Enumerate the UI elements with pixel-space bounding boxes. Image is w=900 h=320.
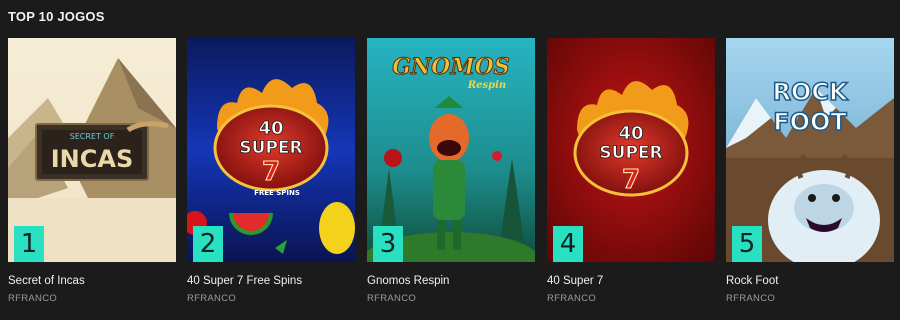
game-thumbnail[interactable]: 40 SUPER 7 FREE SPINS 2	[187, 38, 355, 262]
rank-badge: 4	[553, 226, 583, 262]
section-title: TOP 10 JOGOS	[8, 9, 105, 24]
rank-badge: 1	[14, 226, 44, 262]
game-card-40-super-7-free-spins[interactable]: 40 SUPER 7 FREE SPINS 2 40 Super 7 Free …	[187, 38, 355, 304]
game-card-secret-of-incas[interactable]: SECRET OF INCAS 1 Secret of Incas RFRANC…	[8, 38, 176, 304]
game-card-gnomos-respin[interactable]: GNOMOS Respin 3 Gnomos Respin RFRANCO	[367, 38, 535, 304]
game-thumbnail[interactable]: SECRET OF INCAS 1	[8, 38, 176, 262]
game-thumbnail[interactable]: ROCK FOOT 5	[726, 38, 894, 262]
rank-badge: 5	[732, 226, 762, 262]
game-card-rock-foot[interactable]: ROCK FOOT 5 Rock Foot RFRANCO	[726, 38, 894, 304]
art-title-top: SECRET OF	[70, 132, 115, 141]
rank-badge: 2	[193, 226, 223, 262]
art-title-main: FOOT	[773, 108, 847, 136]
art-seven: 7	[622, 165, 640, 195]
art-title-main: SUPER	[599, 143, 662, 163]
game-title[interactable]: 40 Super 7	[547, 275, 715, 287]
game-provider: RFRANCO	[8, 293, 58, 304]
art-title-top: ROCK	[772, 78, 848, 106]
game-title[interactable]: Gnomos Respin	[367, 275, 535, 287]
art-tag: FREE SPINS	[254, 189, 300, 197]
rank-badge: 3	[373, 226, 403, 262]
art-title-main: Respin	[467, 80, 506, 91]
art-number: 40	[258, 118, 283, 139]
art-title-main: INCAS	[51, 145, 134, 173]
game-thumbnail[interactable]: 40 SUPER 7 4	[547, 38, 715, 262]
art-seven: 7	[262, 157, 280, 187]
art-number: 40	[618, 123, 643, 144]
game-title[interactable]: Rock Foot	[726, 275, 894, 287]
game-provider: RFRANCO	[367, 293, 417, 304]
game-provider: RFRANCO	[187, 293, 237, 304]
game-title[interactable]: 40 Super 7 Free Spins	[187, 275, 355, 287]
game-card-40-super-7[interactable]: 40 SUPER 7 4 40 Super 7 RFRANCO	[547, 38, 715, 304]
game-thumbnail[interactable]: GNOMOS Respin 3	[367, 38, 535, 262]
art-title-top: GNOMOS	[392, 54, 509, 80]
art-title-main: SUPER	[239, 138, 302, 158]
game-provider: RFRANCO	[547, 293, 597, 304]
game-title[interactable]: Secret of Incas	[8, 275, 176, 287]
game-provider: RFRANCO	[726, 293, 776, 304]
